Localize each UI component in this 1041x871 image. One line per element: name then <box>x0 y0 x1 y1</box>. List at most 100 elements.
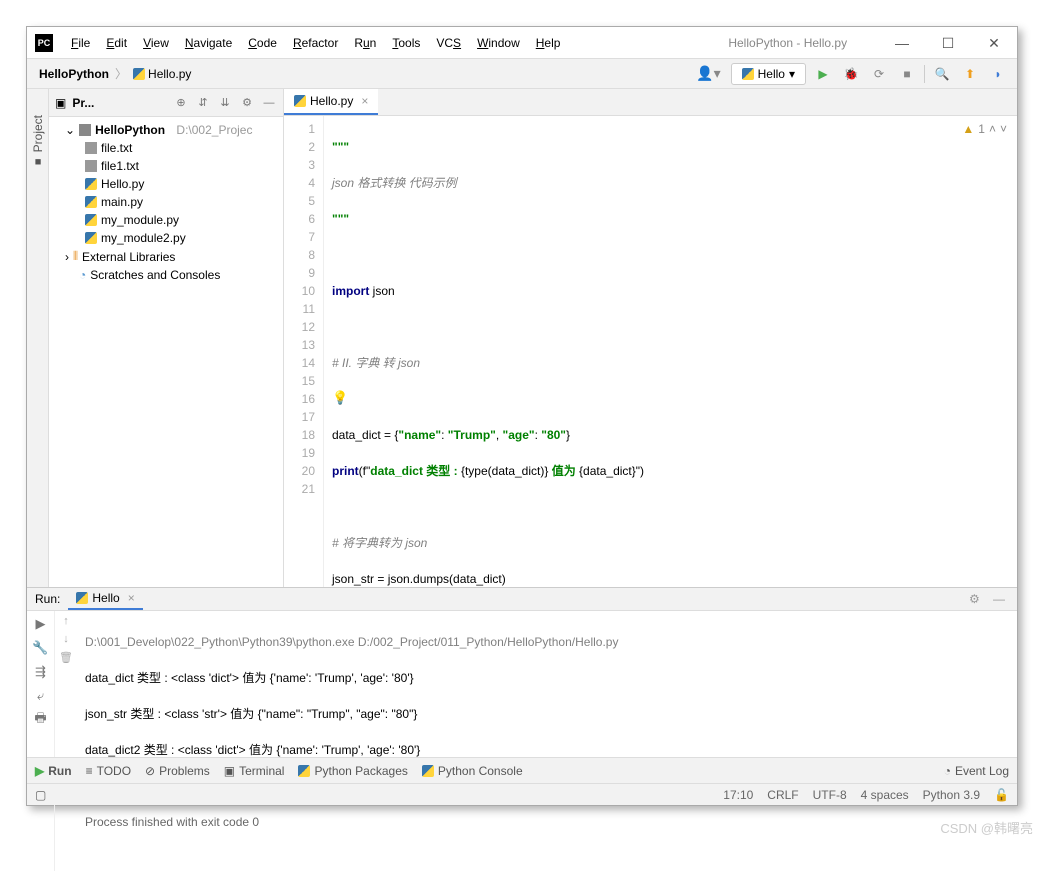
stop-button[interactable]: ■ <box>896 63 918 85</box>
menu-view[interactable]: View <box>137 33 175 53</box>
bottom-tab-python-packages[interactable]: Python Packages <box>298 764 407 778</box>
hide-panel-icon[interactable]: — <box>993 592 1009 606</box>
run-panel: Run: Hello× ⚙ — ▶ 🔧 ⇶ ⤶ 🖶 ↑ ↓ 🗑 D:\001_D… <box>27 587 1017 757</box>
debug-button[interactable]: 🐞 <box>840 63 862 85</box>
status-line-ending[interactable]: CRLF <box>767 788 798 802</box>
menu-refactor[interactable]: Refactor <box>287 33 344 53</box>
expand-icon[interactable]: ⌄ <box>65 123 75 137</box>
intention-bulb-icon[interactable]: 💡 <box>332 390 348 406</box>
tree-external-libs[interactable]: ›⫴External Libraries <box>49 247 283 266</box>
dropdown-icon: ▾ <box>789 67 795 81</box>
ide-features-button[interactable]: ◗ <box>987 63 1009 85</box>
settings-icon[interactable]: ⚙ <box>969 592 985 606</box>
run-panel-title: Run: <box>35 592 60 606</box>
menu-window[interactable]: Window <box>471 33 526 53</box>
hide-panel-icon[interactable]: — <box>261 95 277 111</box>
menu-edit[interactable]: Edit <box>100 33 133 53</box>
tree-file[interactable]: main.py <box>49 193 283 211</box>
chevron-up-icon[interactable]: ˄ <box>989 122 996 136</box>
expand-all-icon[interactable]: ⇵ <box>195 95 211 111</box>
bottom-tab-run[interactable]: ▶Run <box>35 764 72 778</box>
inspection-widget[interactable]: ▲1˄˅ <box>962 122 1007 136</box>
menu-help[interactable]: Help <box>530 33 567 53</box>
soft-wrap-icon[interactable]: ⤶ <box>32 687 50 705</box>
collapse-all-icon[interactable]: ⇊ <box>217 95 233 111</box>
menu-file[interactable]: File <box>65 33 96 53</box>
main-area: ■ Project ⦾ Structure ★ Favorites ▣ Pr..… <box>27 89 1017 587</box>
event-log-icon: ◔ <box>944 764 951 778</box>
code-source[interactable]: """ json 格式转换 代码示例 """ import json # II.… <box>324 116 1017 587</box>
editor-tabs: Hello.py× <box>284 89 1017 116</box>
run-toolbar-2: ↑ ↓ 🗑 <box>55 611 77 871</box>
run-output[interactable]: D:\001_Develop\022_Python\Python39\pytho… <box>77 611 1017 871</box>
bottom-tab-terminal[interactable]: ▣Terminal <box>224 764 285 778</box>
maximize-button[interactable]: ☐ <box>925 27 971 59</box>
tree-file[interactable]: my_module.py <box>49 211 283 229</box>
minimize-button[interactable]: — <box>879 27 925 59</box>
settings-icon[interactable]: ⚙ <box>239 95 255 111</box>
up-arrow-icon[interactable]: ↑ <box>63 615 69 627</box>
coverage-button[interactable]: ⟳ <box>868 63 890 85</box>
close-button[interactable]: ✕ <box>971 27 1017 59</box>
chevron-down-icon[interactable]: ˅ <box>1000 122 1007 136</box>
watermark: CSDN @韩曙亮 <box>940 818 1033 837</box>
main-menu: File Edit View Navigate Code Refactor Ru… <box>65 33 566 53</box>
library-icon: ⫴ <box>73 249 78 264</box>
tree-scratches[interactable]: ◔Scratches and Consoles <box>49 266 283 284</box>
status-cursor-pos[interactable]: 17:10 <box>723 788 753 802</box>
run-tab-hello[interactable]: Hello× <box>68 588 142 610</box>
close-tab-icon[interactable]: × <box>361 94 368 108</box>
down-arrow-icon[interactable]: ↓ <box>63 633 69 645</box>
tool-tab-project[interactable]: ■ Project <box>29 109 47 173</box>
folder-icon <box>79 124 91 136</box>
breadcrumb-separator-icon: 〉 <box>115 65 127 82</box>
tree-file[interactable]: Hello.py <box>49 175 283 193</box>
todo-icon: ≡ <box>86 764 93 778</box>
status-left-icon[interactable]: ▢ <box>35 788 46 802</box>
project-panel-title: Pr... <box>72 96 167 110</box>
editor-area: Hello.py× ▲1˄˅ 💡 12345678910111213141516… <box>284 89 1017 587</box>
lock-icon[interactable]: 🔓 <box>994 788 1009 802</box>
editor-tab-hello[interactable]: Hello.py× <box>284 89 378 115</box>
project-panel-header: ▣ Pr... ⊕ ⇵ ⇊ ⚙ — <box>49 89 283 117</box>
menu-tools[interactable]: Tools <box>386 33 426 53</box>
bottom-tab-python-console[interactable]: Python Console <box>422 764 523 778</box>
breadcrumb-project[interactable]: HelloPython <box>35 65 113 83</box>
update-button[interactable]: ⬆ <box>959 63 981 85</box>
python-file-icon <box>85 196 97 208</box>
select-opened-file-icon[interactable]: ⊕ <box>173 95 189 111</box>
menu-code[interactable]: Code <box>242 33 283 53</box>
wrench-icon[interactable]: 🔧 <box>32 639 50 657</box>
window-title: HelloPython - Hello.py <box>728 36 847 50</box>
code-editor[interactable]: ▲1˄˅ 💡 123456789101112131415161718192021… <box>284 116 1017 587</box>
problems-icon: ⊘ <box>145 764 155 778</box>
close-tab-icon[interactable]: × <box>128 591 135 605</box>
rerun-button[interactable]: ▶ <box>32 615 50 633</box>
menu-run[interactable]: Run <box>348 33 382 53</box>
tree-file[interactable]: file1.txt <box>49 157 283 175</box>
user-icon[interactable]: 👤▾ <box>692 63 724 84</box>
bottom-tab-event-log[interactable]: ◔Event Log <box>944 764 1009 778</box>
bottom-tab-todo[interactable]: ≡TODO <box>86 764 131 778</box>
status-interpreter[interactable]: Python 3.9 <box>923 788 980 802</box>
run-config-selector[interactable]: Hello▾ <box>731 63 806 85</box>
trash-icon[interactable]: 🗑 <box>59 651 73 664</box>
text-file-icon <box>85 142 97 154</box>
status-indent[interactable]: 4 spaces <box>861 788 909 802</box>
menu-navigate[interactable]: Navigate <box>179 33 238 53</box>
line-gutter: 123456789101112131415161718192021 <box>284 116 324 587</box>
tree-project-root[interactable]: ⌄HelloPython D:\002_Projec <box>49 121 283 139</box>
expand-icon[interactable]: › <box>65 250 69 264</box>
status-encoding[interactable]: UTF-8 <box>813 788 847 802</box>
filter-icon[interactable]: ⇶ <box>32 663 50 681</box>
breadcrumb-file[interactable]: Hello.py <box>129 65 195 83</box>
run-button[interactable]: ▶ <box>812 63 834 85</box>
print-icon[interactable]: 🖶 <box>32 711 50 729</box>
tree-file[interactable]: my_module2.py <box>49 229 283 247</box>
bottom-tool-bar: ▶Run ≡TODO ⊘Problems ▣Terminal Python Pa… <box>27 757 1017 783</box>
menu-vcs[interactable]: VCS <box>430 33 467 53</box>
bottom-tab-problems[interactable]: ⊘Problems <box>145 764 210 778</box>
terminal-icon: ▣ <box>224 764 235 778</box>
search-everywhere-button[interactable]: 🔍 <box>931 63 953 85</box>
tree-file[interactable]: file.txt <box>49 139 283 157</box>
